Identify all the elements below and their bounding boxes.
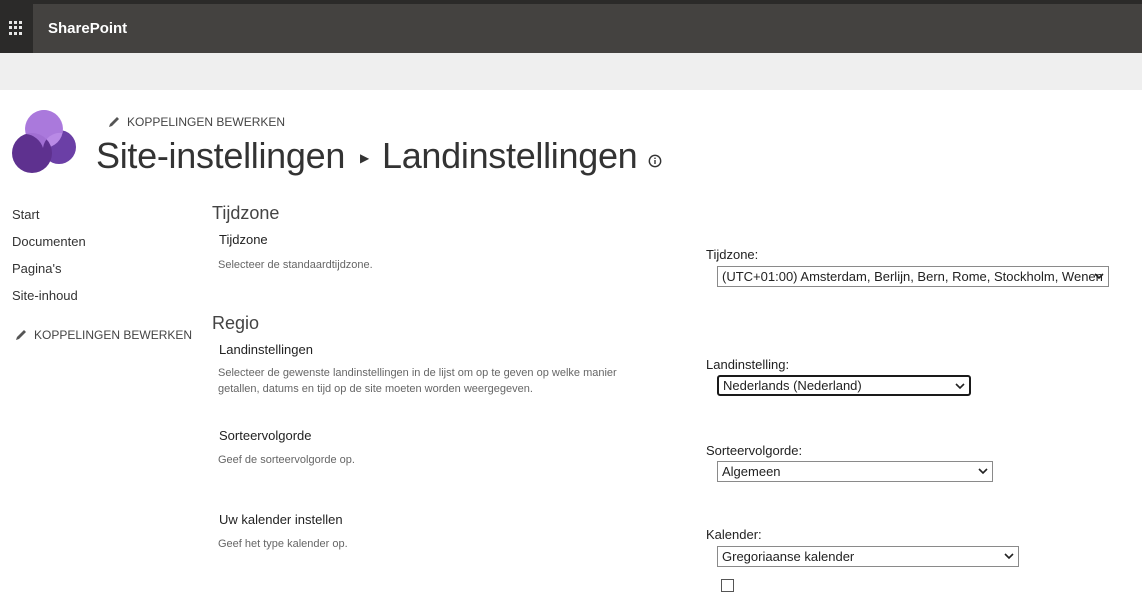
nav-item-paginas[interactable]: Pagina's (12, 260, 86, 287)
edit-links-nav[interactable]: KOPPELINGEN BEWERKEN (14, 328, 192, 342)
suite-bar: SharePoint (0, 0, 1142, 53)
timezone-field-label: Tijdzone: (706, 247, 759, 262)
calendar-value: Gregoriaanse kalender (722, 549, 855, 564)
nav-item-documenten[interactable]: Documenten (12, 233, 86, 260)
breadcrumb-current: Landinstellingen (381, 135, 638, 176)
nav-item-start[interactable]: Start (12, 206, 86, 233)
quick-launch: Start Documenten Pagina's Site-inhoud (12, 206, 86, 314)
locale-label: Landinstellingen (219, 342, 313, 357)
breadcrumb-parent[interactable]: Site-instellingen (96, 135, 345, 177)
calendar-field-label: Kalender: (706, 527, 762, 542)
locale-value: Nederlands (Nederland) (723, 378, 862, 393)
timezone-label: Tijdzone (219, 232, 268, 247)
timezone-value: (UTC+01:00) Amsterdam, Berlijn, Bern, Ro… (722, 269, 1103, 284)
calendar-description: Geef het type kalender op. (218, 538, 348, 550)
timezone-description: Selecteer de standaardtijdzone. (218, 259, 373, 271)
locale-field-label: Landinstelling: (706, 357, 790, 372)
locale-select[interactable]: Nederlands (Nederland) (717, 375, 971, 396)
sort-select[interactable]: Algemeen (717, 461, 993, 482)
timezone-select[interactable]: (UTC+01:00) Amsterdam, Berlijn, Bern, Ro… (717, 266, 1109, 287)
section-heading-region: Regio (212, 313, 260, 333)
edit-links-label: KOPPELINGEN BEWERKEN (127, 115, 286, 129)
page-title: Site-instellingen ▶ Landinstellingen (96, 135, 662, 177)
pencil-icon (16, 330, 26, 340)
calendar-label: Uw kalender instellen (219, 512, 343, 527)
sort-label: Sorteervolgorde (219, 428, 312, 443)
chevron-down-icon (955, 383, 965, 390)
chevron-down-icon (1094, 273, 1104, 280)
calendar-select[interactable]: Gregoriaanse kalender (717, 546, 1019, 567)
info-icon[interactable] (648, 154, 662, 168)
locale-description: Selecteer de gewenste landinstellingen i… (218, 367, 617, 395)
section-heading-timezone: Tijdzone (212, 203, 280, 223)
pencil-icon (109, 117, 119, 127)
edit-links-nav-label: KOPPELINGEN BEWERKEN (34, 328, 193, 342)
app-name[interactable]: SharePoint (48, 20, 127, 37)
chevron-down-icon (1004, 553, 1014, 560)
site-logo[interactable] (10, 108, 80, 176)
nav-item-site-inhoud[interactable]: Site-inhoud (12, 287, 86, 314)
sort-field-label: Sorteervolgorde: (706, 443, 803, 458)
ribbon-bar (0, 53, 1142, 90)
sort-value: Algemeen (722, 464, 781, 479)
calendar-option-checkbox[interactable] (721, 579, 734, 592)
sort-description: Geef de sorteervolgorde op. (218, 454, 355, 466)
waffle-icon (9, 21, 23, 35)
chevron-down-icon (978, 468, 988, 475)
app-launcher-button[interactable] (0, 4, 33, 53)
edit-links-top[interactable]: KOPPELINGEN BEWERKEN (107, 115, 285, 129)
breadcrumb-separator-icon: ▶ (360, 151, 369, 165)
